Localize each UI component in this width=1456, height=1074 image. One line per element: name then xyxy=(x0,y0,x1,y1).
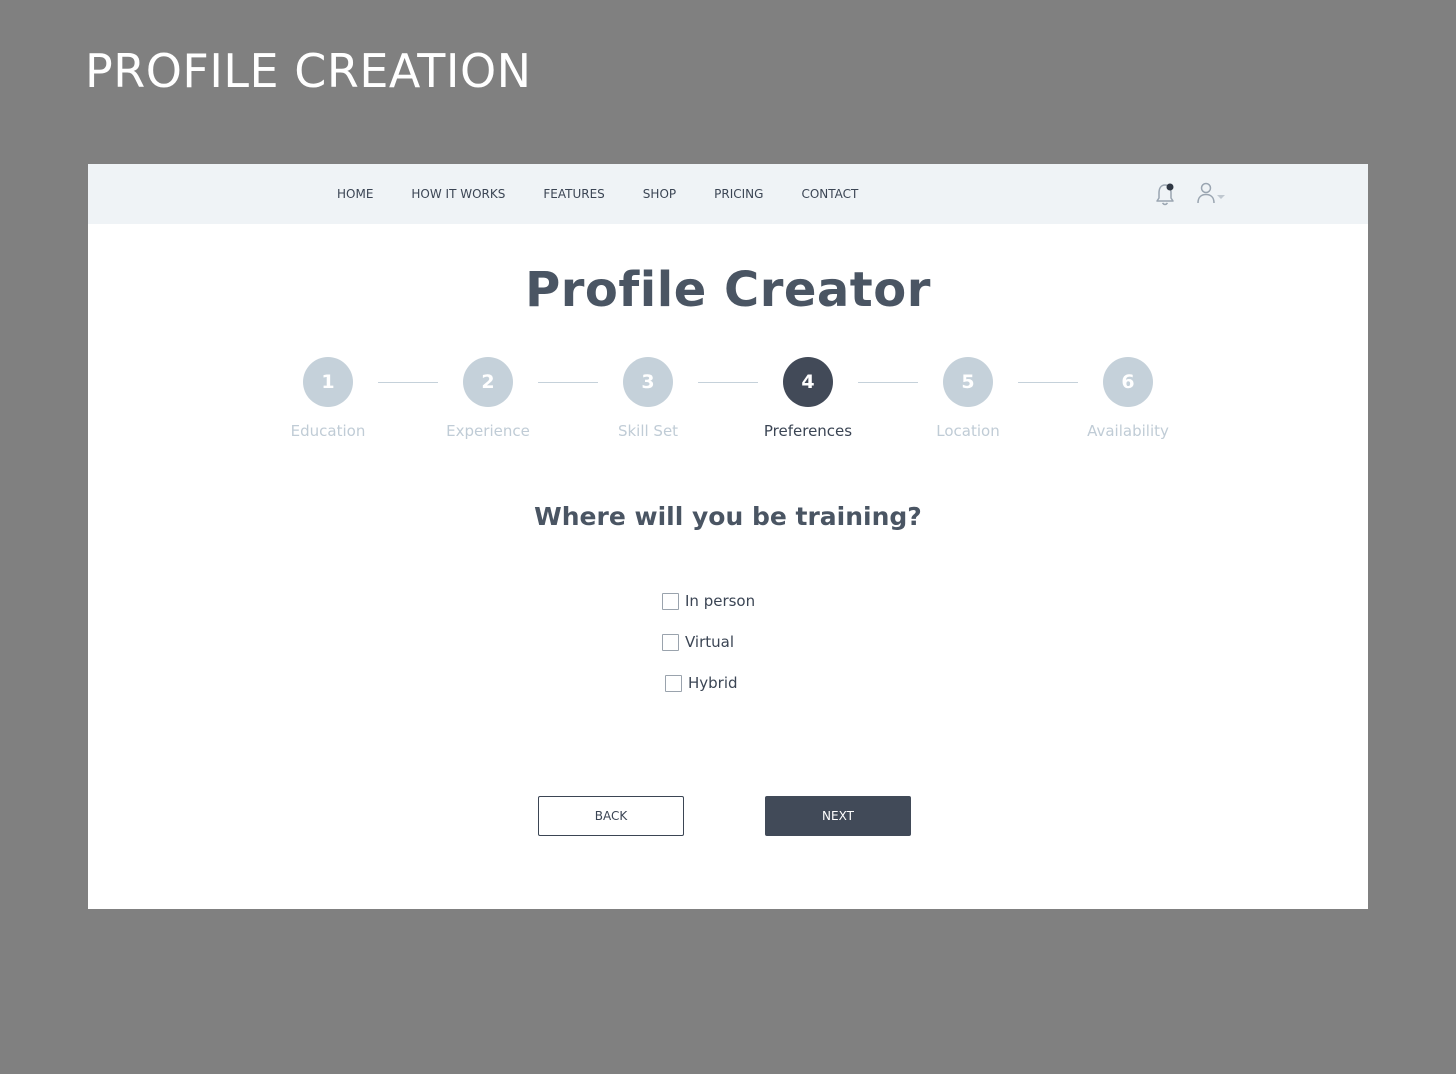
step-availability[interactable]: 6 Availability xyxy=(1068,357,1188,440)
step-education[interactable]: 1 Education xyxy=(268,357,388,440)
step-skill-set[interactable]: 3 Skill Set xyxy=(588,357,708,440)
user-menu[interactable] xyxy=(1196,181,1226,209)
nav-link-shop[interactable]: SHOP xyxy=(643,187,676,201)
step-number: 1 xyxy=(303,357,353,407)
notification-bell-icon[interactable] xyxy=(1154,182,1176,208)
next-button[interactable]: NEXT xyxy=(765,796,911,836)
option-label: In person xyxy=(685,592,756,610)
nav-icons xyxy=(1154,181,1226,209)
nav-link-contact[interactable]: CONTACT xyxy=(801,187,858,201)
virtual-checkbox[interactable] xyxy=(662,633,679,651)
step-location[interactable]: 5 Location xyxy=(908,357,1028,440)
user-icon xyxy=(1196,181,1216,209)
step-number: 4 xyxy=(783,357,833,407)
option-hybrid[interactable]: Hybrid xyxy=(665,672,755,694)
chevron-down-icon xyxy=(1216,186,1226,205)
back-button[interactable]: BACK xyxy=(538,796,684,836)
nav-link-how-it-works[interactable]: HOW IT WORKS xyxy=(411,187,505,201)
profile-creator-title: Profile Creator xyxy=(525,262,931,318)
option-label: Virtual xyxy=(685,633,735,651)
training-options: In person Virtual Hybrid xyxy=(662,590,755,713)
training-question: Where will you be training? xyxy=(534,502,922,531)
option-label: Hybrid xyxy=(688,674,738,692)
option-virtual[interactable]: Virtual xyxy=(662,631,755,653)
step-label: Skill Set xyxy=(617,422,679,440)
option-in-person[interactable]: In person xyxy=(662,590,755,612)
step-label: Preferences xyxy=(763,422,853,440)
nav-links: HOME HOW IT WORKS FEATURES SHOP PRICING … xyxy=(337,164,896,224)
step-label: Location xyxy=(936,422,1000,440)
step-number: 5 xyxy=(943,357,993,407)
step-number: 3 xyxy=(623,357,673,407)
step-label: Experience xyxy=(446,422,530,440)
notification-dot xyxy=(1166,183,1174,191)
hybrid-checkbox[interactable] xyxy=(665,674,682,692)
navbar: HOME HOW IT WORKS FEATURES SHOP PRICING … xyxy=(88,164,1368,224)
app-frame: HOME HOW IT WORKS FEATURES SHOP PRICING … xyxy=(88,164,1368,909)
step-label: Availability xyxy=(1087,422,1169,440)
step-experience[interactable]: 2 Experience xyxy=(428,357,548,440)
nav-link-home[interactable]: HOME xyxy=(337,187,373,201)
step-number: 2 xyxy=(463,357,513,407)
page-heading: PROFILE CREATION xyxy=(85,44,532,98)
in-person-checkbox[interactable] xyxy=(662,592,679,610)
step-number: 6 xyxy=(1103,357,1153,407)
stepper: 1 Education 2 Experience 3 Skill Set 4 P… xyxy=(88,357,1368,447)
step-label: Education xyxy=(290,422,366,440)
nav-link-features[interactable]: FEATURES xyxy=(543,187,604,201)
step-preferences[interactable]: 4 Preferences xyxy=(748,357,868,440)
nav-link-pricing[interactable]: PRICING xyxy=(714,187,763,201)
